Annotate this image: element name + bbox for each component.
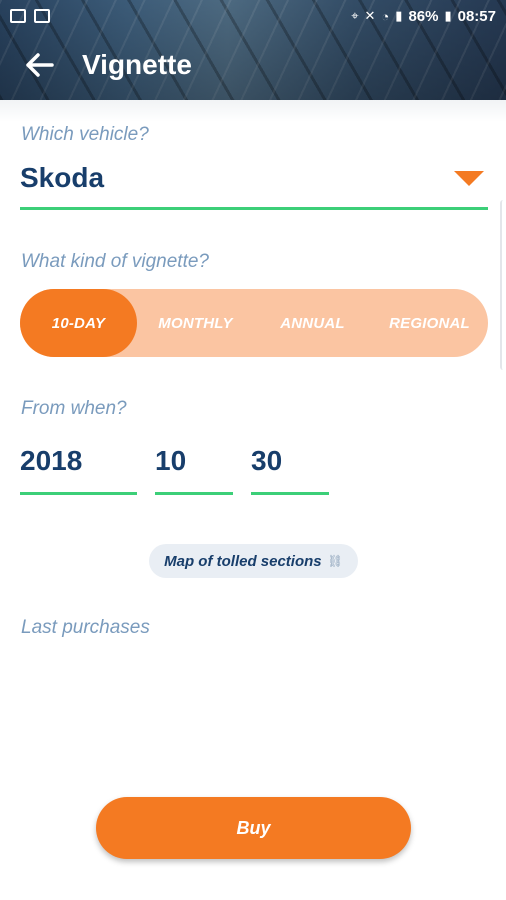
buy-button[interactable]: Buy [96,797,411,859]
flipboard-icon [34,9,50,23]
month-value: 10 [155,445,187,476]
chevron-down-icon [454,171,484,186]
vignette-option-monthly[interactable]: MONTHLY [137,289,254,357]
buy-button-label: Buy [236,817,271,838]
page-title: Vignette [82,49,192,80]
header-shadow [0,100,506,122]
day-value: 30 [251,445,283,476]
vehicle-label: Which vehicle? [21,124,149,145]
vignette-type-selector: 10-DAY MONTHLY ANNUAL REGIONAL [20,289,488,357]
scroll-indicator [500,200,506,370]
status-right: ⌖ ✕ ◔ ▮ 86% ▮ 08:57 [351,8,496,25]
location-icon: ⌖ [351,8,359,23]
battery-level: 86% [408,7,439,25]
start-date-label: From when? [21,398,127,419]
vignette-type-label: What kind of vignette? [21,251,209,272]
gallery-icon [10,9,26,23]
map-of-tolled-sections-link[interactable]: Map of tolled sections ⛓ [149,544,358,578]
wifi-icon: ◔ [381,8,390,24]
vehicle-dropdown[interactable]: Skoda [20,155,488,210]
last-purchases-label: Last purchases [21,617,150,638]
year-value: 2018 [20,445,83,476]
year-field[interactable]: 2018 [20,440,137,495]
month-field[interactable]: 10 [155,440,233,495]
vignette-option-annual[interactable]: ANNUAL [254,289,371,357]
status-left [10,9,50,23]
signal-icon: ▮ [395,8,403,23]
mute-icon: ✕ [364,8,376,23]
map-link-label: Map of tolled sections [164,552,322,570]
vignette-option-10-day[interactable]: 10-DAY [20,289,137,357]
header: ⌖ ✕ ◔ ▮ 86% ▮ 08:57 Vignette [0,0,506,100]
vehicle-value: Skoda [20,162,105,193]
clock: 08:57 [457,7,496,25]
link-icon: ⛓ [327,554,343,568]
vignette-option-regional[interactable]: REGIONAL [371,289,488,357]
battery-icon: ▮ [444,8,452,23]
title-bar: Vignette [0,34,506,96]
back-arrow-icon[interactable] [20,45,60,85]
main-content: Which vehicle? Skoda What kind of vignet… [0,100,506,900]
status-bar: ⌖ ✕ ◔ ▮ 86% ▮ 08:57 [0,0,506,32]
day-field[interactable]: 30 [251,440,329,495]
